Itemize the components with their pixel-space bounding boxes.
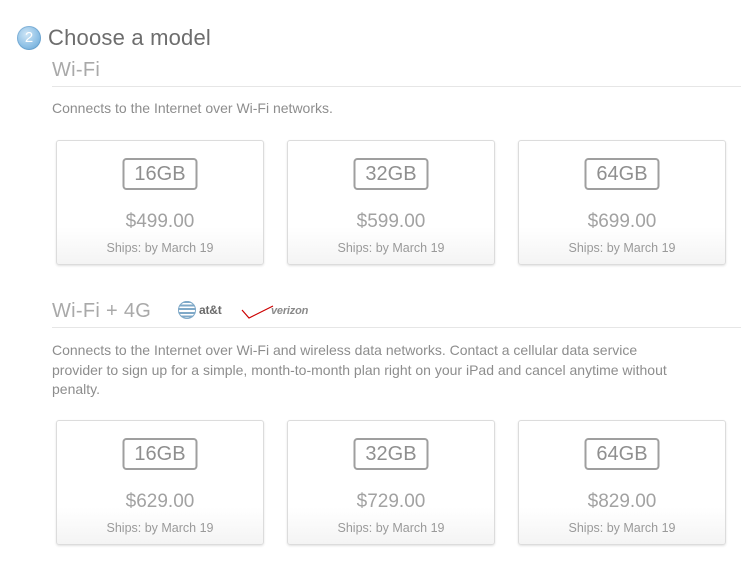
step-title: Choose a model	[48, 25, 212, 50]
section-description-wifi: Connects to the Internet over Wi-Fi netw…	[52, 100, 333, 116]
section-description-wifi-4g: Connects to the Internet over Wi-Fi and …	[52, 341, 741, 400]
section-title-wifi-4g: Wi-Fi + 4G	[52, 300, 152, 322]
verizon-check-icon	[241, 305, 274, 319]
capacity-label: 32GB	[353, 438, 429, 470]
price-label: $829.00	[587, 491, 657, 512]
capacity-label: 64GB	[584, 438, 660, 470]
carrier-verizon-logo: verizon	[241, 303, 313, 321]
section-divider	[52, 327, 741, 328]
ships-label: Ships: by March 19	[337, 521, 445, 535]
capacity-label: 32GB	[353, 158, 429, 190]
description-line: provider to sign up for a simple, month-…	[52, 361, 667, 378]
model-card-4g-32gb[interactable]: 32GB $729.00 Ships: by March 19	[287, 420, 495, 545]
model-card-wifi-32gb[interactable]: 32GB $599.00 Ships: by March 19	[287, 140, 495, 265]
price-label: $629.00	[125, 491, 195, 512]
capacity-label: 16GB	[122, 158, 198, 190]
capacity-label: 64GB	[584, 158, 660, 190]
ships-label: Ships: by March 19	[568, 241, 676, 255]
model-card-4g-64gb[interactable]: 64GB $829.00 Ships: by March 19	[518, 420, 726, 545]
verizon-label: verizon	[271, 305, 309, 317]
step-header: 2 Choose a model	[17, 25, 211, 51]
section-title-wifi: Wi-Fi	[52, 59, 101, 81]
price-label: $699.00	[587, 211, 657, 232]
ships-label: Ships: by March 19	[106, 521, 214, 535]
ships-label: Ships: by March 19	[337, 241, 445, 255]
model-card-wifi-64gb[interactable]: 64GB $699.00 Ships: by March 19	[518, 140, 726, 265]
carrier-att-logo: at&t	[178, 301, 222, 319]
price-label: $499.00	[125, 211, 195, 232]
description-line: penalty.	[52, 381, 100, 397]
ships-label: Ships: by March 19	[568, 521, 676, 535]
price-label: $599.00	[356, 211, 426, 232]
capacity-label: 16GB	[122, 438, 198, 470]
model-card-4g-16gb[interactable]: 16GB $629.00 Ships: by March 19	[56, 420, 264, 545]
price-label: $729.00	[356, 491, 426, 512]
model-card-wifi-16gb[interactable]: 16GB $499.00 Ships: by March 19	[56, 140, 264, 265]
att-globe-icon	[178, 301, 196, 319]
description-line: Connects to the Internet over Wi-Fi and …	[52, 342, 638, 358]
section-divider	[52, 86, 741, 87]
att-label: at&t	[199, 303, 222, 317]
step-number-badge: 2	[17, 26, 41, 50]
ships-label: Ships: by March 19	[106, 241, 214, 255]
